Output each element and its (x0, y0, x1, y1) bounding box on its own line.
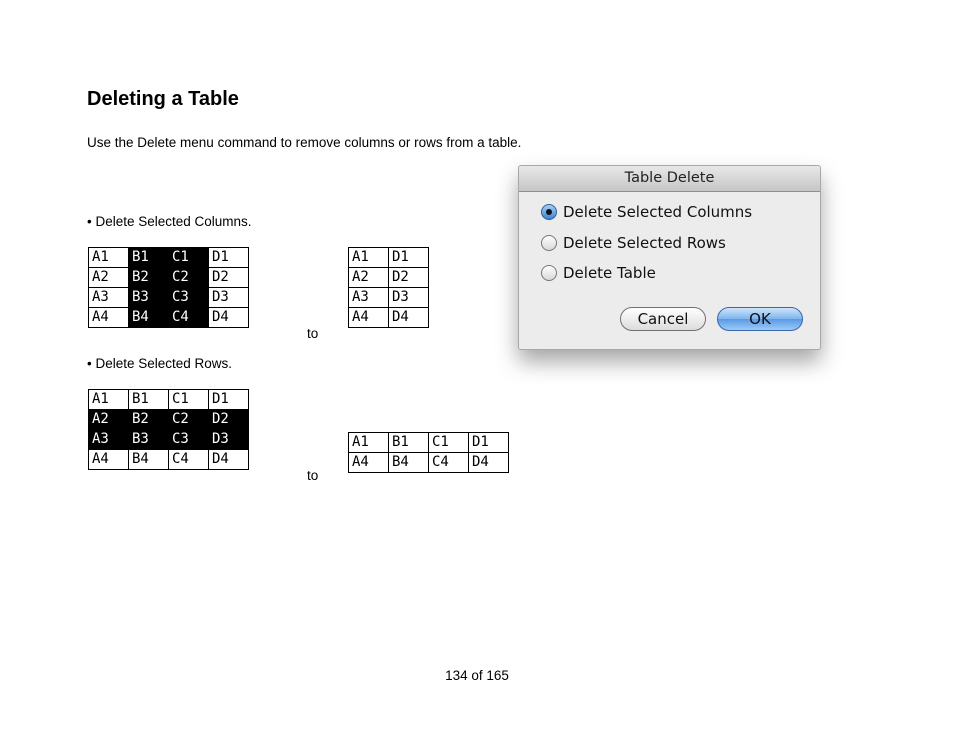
table-cell: B4 (128, 449, 169, 470)
to-label: to (307, 468, 319, 483)
page-title: Deleting a Table (87, 88, 239, 110)
table-cell: A2 (88, 409, 129, 430)
table-row: A1 D1 (348, 247, 429, 268)
radio-delete-selected-rows[interactable]: Delete Selected Rows (541, 233, 726, 253)
table-cell: B4 (128, 307, 169, 328)
table-cell: C4 (428, 452, 469, 473)
table-cell: A4 (348, 452, 389, 473)
table-row: A1 B1 C1 D1 (88, 247, 249, 268)
table-cell: B3 (128, 429, 169, 450)
table-cell: A1 (348, 432, 389, 453)
radio-button-icon (541, 204, 557, 220)
radio-button-icon (541, 235, 557, 251)
dialog-title: Table Delete (519, 166, 820, 192)
table-cell: D3 (208, 287, 249, 308)
table-cell: A1 (88, 247, 129, 268)
table-row: A2 B2 C2 D2 (88, 267, 249, 288)
radio-label: Delete Selected Rows (563, 234, 726, 252)
table-row: A1 B1 C1 D1 (348, 432, 509, 453)
table-cell: D3 (208, 429, 249, 450)
table-row: A4 B4 C4 D4 (88, 449, 249, 470)
table-cell: D2 (208, 409, 249, 430)
table-cell: B4 (388, 452, 429, 473)
table-cell: D4 (468, 452, 509, 473)
radio-delete-table[interactable]: Delete Table (541, 263, 656, 283)
table-row: A4 B4 C4 D4 (348, 452, 509, 473)
table-cell: C1 (168, 247, 209, 268)
table-cell: C3 (168, 287, 209, 308)
bullet-delete-columns: • Delete Selected Columns. (87, 214, 252, 229)
table-cell: D1 (208, 247, 249, 268)
table-cell: D1 (388, 247, 429, 268)
table-cell: B1 (388, 432, 429, 453)
table-cell: A2 (88, 267, 129, 288)
columns-after-table: A1 D1 A2 D2 A3 D3 A4 D4 (348, 247, 429, 328)
table-cell: A2 (348, 267, 389, 288)
table-cell: B1 (128, 389, 169, 410)
ok-button[interactable]: OK (717, 307, 803, 331)
page-number: 134 of 165 (445, 668, 509, 683)
table-cell: A4 (348, 307, 389, 328)
table-cell: C2 (168, 267, 209, 288)
intro-text: Use the Delete menu command to remove co… (87, 135, 522, 150)
table-delete-dialog: Table Delete Delete Selected Columns Del… (518, 165, 821, 350)
table-cell: C4 (168, 449, 209, 470)
rows-after-table: A1 B1 C1 D1 A4 B4 C4 D4 (348, 432, 509, 473)
table-cell: C4 (168, 307, 209, 328)
table-row: A2 D2 (348, 267, 429, 288)
table-cell: C2 (168, 409, 209, 430)
table-cell: D2 (388, 267, 429, 288)
table-cell: D4 (208, 449, 249, 470)
table-cell: B3 (128, 287, 169, 308)
to-label: to (307, 326, 319, 341)
table-row: A4 D4 (348, 307, 429, 328)
table-cell: D3 (388, 287, 429, 308)
table-cell: A1 (348, 247, 389, 268)
table-row: A3 D3 (348, 287, 429, 308)
radio-label: Delete Selected Columns (563, 203, 753, 221)
bullet-delete-rows: • Delete Selected Rows. (87, 356, 233, 371)
table-cell: B2 (128, 409, 169, 430)
table-cell: B1 (128, 247, 169, 268)
table-cell: D2 (208, 267, 249, 288)
radio-delete-selected-columns[interactable]: Delete Selected Columns (541, 202, 752, 222)
table-cell: B2 (128, 267, 169, 288)
table-cell: D4 (208, 307, 249, 328)
cancel-button[interactable]: Cancel (620, 307, 706, 331)
table-cell: A4 (88, 307, 129, 328)
table-cell: A1 (88, 389, 129, 410)
table-cell: A4 (88, 449, 129, 470)
table-cell: C3 (168, 429, 209, 450)
table-cell: C1 (168, 389, 209, 410)
table-cell: D1 (468, 432, 509, 453)
table-cell: A3 (348, 287, 389, 308)
table-cell: A3 (88, 429, 129, 450)
rows-before-table: A1 B1 C1 D1 A2 B2 C2 D2 A3 B3 C3 D3 A4 B4 C4 D4 (88, 389, 249, 470)
table-cell: D1 (208, 389, 249, 410)
radio-label: Delete Table (563, 264, 656, 282)
table-row: A3 B3 C3 D3 (88, 287, 249, 308)
table-cell: D4 (388, 307, 429, 328)
columns-before-table: A1 B1 C1 D1 A2 B2 C2 D2 A3 B3 C3 D3 A4 B4 C4 D4 (88, 247, 249, 328)
table-cell: C1 (428, 432, 469, 453)
table-row: A4 B4 C4 D4 (88, 307, 249, 328)
table-row: A2 B2 C2 D2 (88, 409, 249, 430)
table-row: A1 B1 C1 D1 (88, 389, 249, 410)
table-row: A3 B3 C3 D3 (88, 429, 249, 450)
radio-button-icon (541, 265, 557, 281)
table-cell: A3 (88, 287, 129, 308)
